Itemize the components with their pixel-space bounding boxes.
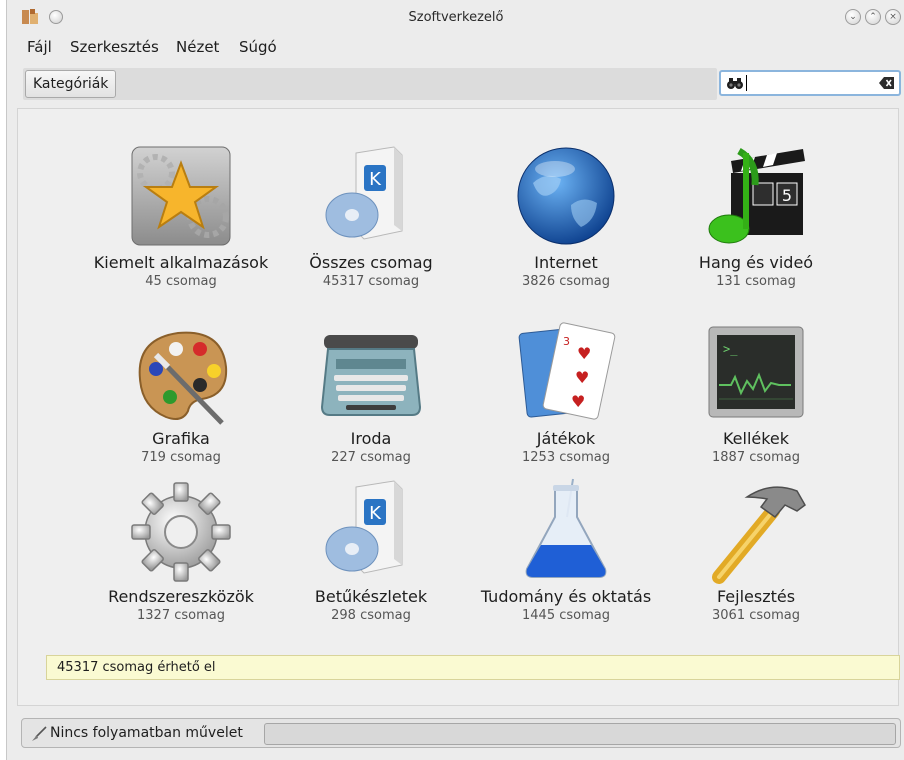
clapperboard-icon: 5 (708, 147, 805, 244)
status-text: Nincs folyamatban művelet (50, 725, 243, 741)
globe-icon (517, 147, 615, 245)
minimize-button[interactable]: ⌄ (845, 9, 861, 25)
package-count: 1445 csomag (522, 608, 610, 623)
flask-icon (525, 478, 607, 578)
menu-view[interactable]: Nézet (176, 38, 219, 56)
application-window: Szoftverkezelő ⌄ ⌃ × Fájl Szerkesztés Né… (6, 0, 904, 760)
progress-bar (264, 723, 896, 745)
category-audio-video[interactable]: 5 Hang és videó 131 csomag (661, 143, 851, 290)
package-count: 1253 csomag (522, 450, 610, 465)
paint-palette-icon (138, 331, 228, 425)
package-count: 3826 csomag (522, 274, 610, 289)
category-name: Összes csomag (309, 253, 433, 272)
broom-icon (32, 726, 47, 741)
toolbar: Kategóriák (7, 62, 904, 106)
category-name: Kellékek (722, 429, 790, 448)
menu-file[interactable]: Fájl (27, 38, 52, 56)
search-input[interactable] (745, 74, 873, 92)
package-count: 3061 csomag (712, 608, 800, 623)
category-name: Rendszereszközök (108, 587, 254, 606)
category-name: Fejlesztés (716, 587, 796, 606)
category-fonts[interactable]: K Betűkészletek 298 csomag (276, 477, 466, 624)
category-office[interactable]: Iroda 227 csomag (276, 319, 466, 466)
playing-cards-icon: 3 ♥ ♥ ♥ (518, 322, 616, 420)
svg-text:K: K (369, 169, 382, 190)
typewriter-icon (320, 335, 422, 416)
package-box-icon: K (325, 480, 403, 574)
gear-icon (131, 482, 231, 582)
package-count: 45 csomag (145, 274, 217, 289)
package-count: 1887 csomag (712, 450, 800, 465)
package-count: 131 csomag (716, 274, 796, 289)
terminal-monitor-icon: >_ (708, 326, 804, 418)
category-name: Betűkészletek (314, 587, 428, 606)
svg-text:♥: ♥ (577, 344, 591, 363)
menu-help[interactable]: Súgó (239, 38, 277, 56)
svg-text:K: K (369, 503, 382, 524)
clear-search-icon[interactable] (879, 77, 895, 89)
category-name: Kiemelt alkalmazások (93, 253, 269, 272)
package-count: 719 csomag (141, 450, 221, 465)
category-featured[interactable]: Kiemelt alkalmazások 45 csomag (86, 143, 276, 290)
status-bar: Nincs folyamatban művelet (21, 718, 901, 748)
category-name: Játékok (536, 429, 596, 448)
package-count: 227 csomag (331, 450, 411, 465)
package-count: 45317 csomag (322, 274, 420, 289)
category-science-education[interactable]: Tudomány és oktatás 1445 csomag (471, 477, 661, 624)
category-name: Iroda (350, 429, 392, 448)
category-name: Grafika (152, 429, 210, 448)
svg-text:5: 5 (782, 186, 792, 205)
svg-text:♥: ♥ (575, 368, 589, 387)
featured-star-icon (131, 146, 231, 246)
category-view: Kiemelt alkalmazások 45 csomag K Összes … (17, 108, 900, 706)
menu-bar: Fájl Szerkesztés Nézet Súgó (7, 36, 904, 60)
categories-button[interactable]: Kategóriák (25, 70, 117, 98)
category-system-tools[interactable]: Rendszereszközök 1327 csomag (86, 477, 276, 624)
category-development[interactable]: Fejlesztés 3061 csomag (661, 477, 851, 624)
package-count: 1327 csomag (137, 608, 225, 623)
binoculars-search-icon (727, 78, 743, 89)
available-packages-message: 45317 csomag érhető el (46, 655, 900, 680)
category-internet[interactable]: Internet 3826 csomag (471, 143, 661, 290)
svg-text:♥: ♥ (571, 392, 585, 411)
maximize-button[interactable]: ⌃ (865, 9, 881, 25)
category-accessories[interactable]: >_ Kellékek 1887 csomag (661, 319, 851, 466)
title-bar[interactable]: Szoftverkezelő ⌄ ⌃ × (7, 0, 904, 34)
category-games[interactable]: 3 ♥ ♥ ♥ Játékok 1253 csomag (471, 319, 661, 466)
svg-text:3: 3 (563, 335, 570, 348)
category-name: Tudomány és oktatás (480, 587, 652, 606)
menu-edit[interactable]: Szerkesztés (70, 38, 159, 56)
category-graphics[interactable]: Grafika 719 csomag (86, 319, 276, 466)
package-box-icon: K (325, 146, 403, 240)
breadcrumb (23, 68, 717, 100)
category-all-packages[interactable]: K Összes csomag 45317 csomag (276, 143, 466, 290)
svg-text:>_: >_ (723, 342, 738, 356)
category-name: Internet (534, 253, 598, 272)
close-button[interactable]: × (885, 9, 901, 25)
category-name: Hang és videó (698, 253, 814, 272)
hammer-icon (712, 486, 806, 584)
window-title: Szoftverkezelő (408, 10, 504, 25)
search-box[interactable] (719, 70, 901, 96)
package-count: 298 csomag (331, 608, 411, 623)
text-caret (746, 75, 747, 91)
